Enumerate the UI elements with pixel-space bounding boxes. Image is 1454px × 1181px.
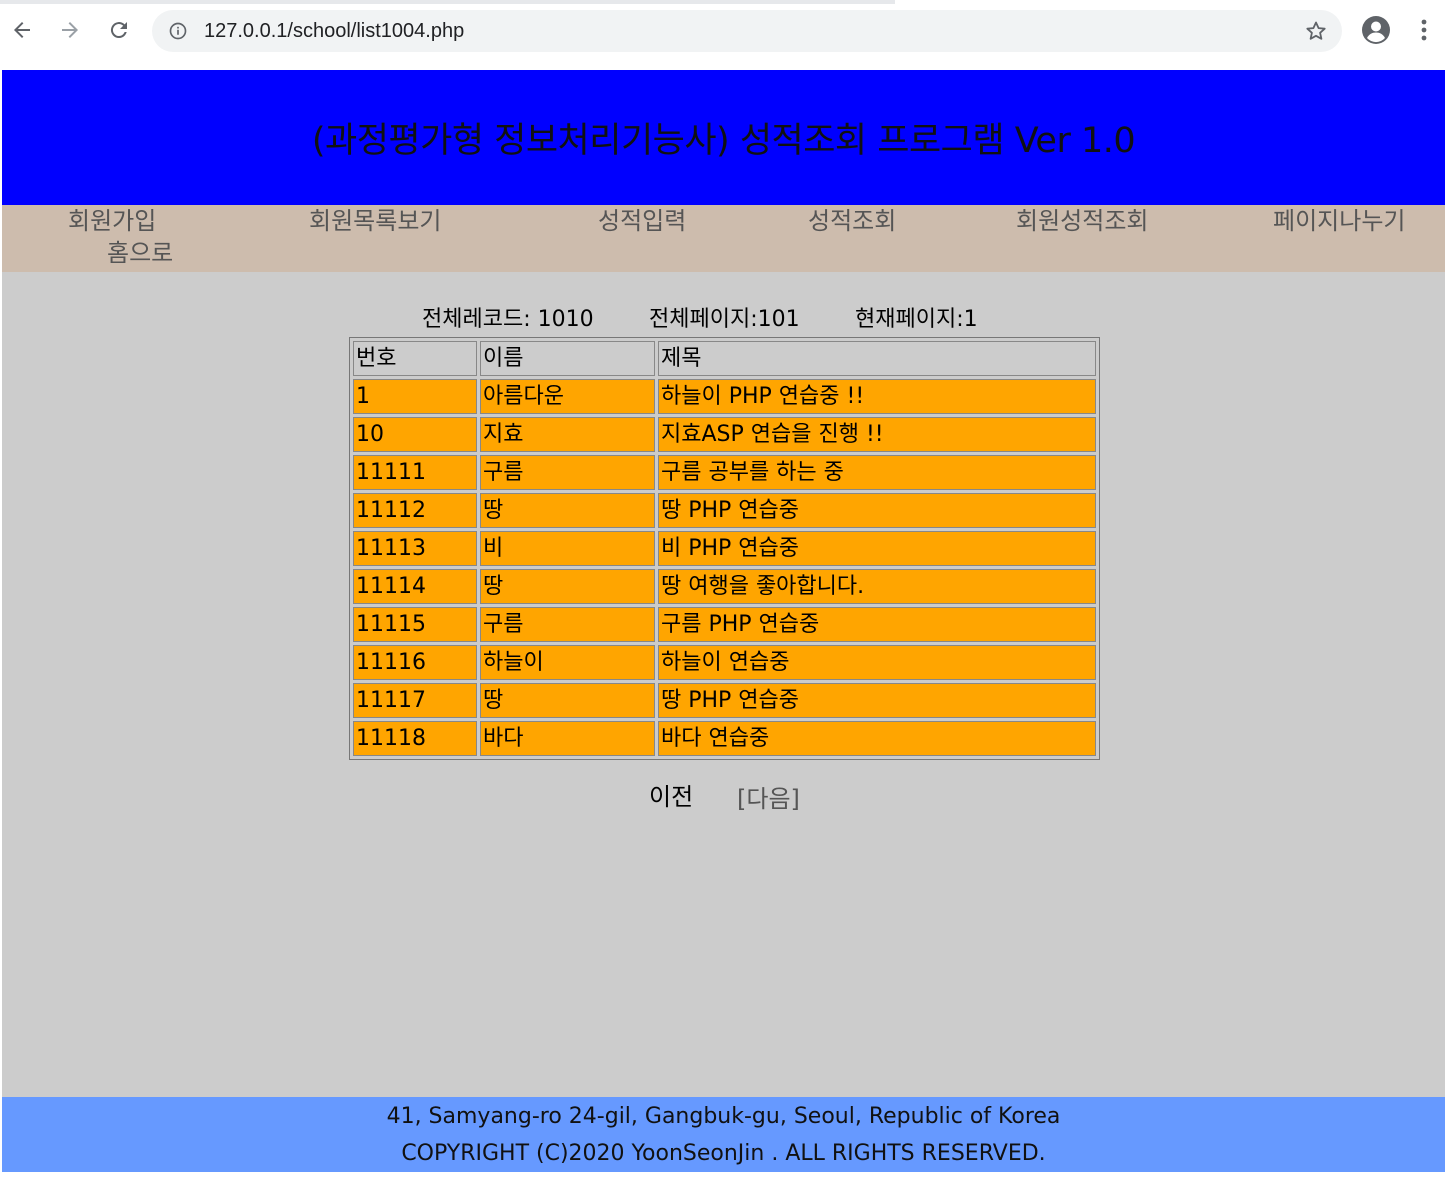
cell-number: 11113: [353, 531, 477, 566]
back-button[interactable]: [6, 14, 38, 46]
cell-name: 땅: [480, 683, 655, 718]
url-text[interactable]: 127.0.0.1/school/list1004.php: [204, 19, 464, 43]
forward-arrow-icon: [62, 22, 78, 38]
pager-prev: 이전: [649, 783, 694, 811]
cell-number: 11116: [353, 645, 477, 680]
page-body: (과정평가형 정보처리기능사) 성적조회 프로그램 Ver 1.0 회원가입 회…: [2, 70, 1445, 1172]
footer-copyright: COPYRIGHT (C)2020 YoonSeonJin . ALL RIGH…: [401, 1141, 1046, 1166]
cell-title: 비 PHP 연습중: [658, 531, 1096, 566]
cell-name: 비: [480, 531, 655, 566]
cell-title: 구름 공부를 하는 중: [658, 455, 1096, 490]
cell-number: 11114: [353, 569, 477, 604]
board-table-body: 번호 이름 제목 1 아름다운 하늘이 PHP 연습중 !! 10 지효 지효A…: [353, 341, 1096, 756]
table-row[interactable]: 11115 구름 구름 PHP 연습중: [353, 607, 1096, 642]
reload-button[interactable]: [103, 14, 135, 46]
board-table: 번호 이름 제목 1 아름다운 하늘이 PHP 연습중 !! 10 지효 지효A…: [349, 337, 1100, 760]
browser-toolbar: 127.0.0.1/school/list1004.php: [0, 0, 1454, 62]
page-title: (과정평가형 정보처리기능사) 성적조회 프로그램 Ver 1.0: [311, 121, 1136, 161]
cell-number: 11117: [353, 683, 477, 718]
cell-name: 바다: [480, 721, 655, 756]
table-row[interactable]: 11111 구름 구름 공부를 하는 중: [353, 455, 1096, 490]
cell-title: 구름 PHP 연습중: [658, 607, 1096, 642]
table-row[interactable]: 11113 비 비 PHP 연습중: [353, 531, 1096, 566]
table-row[interactable]: 11114 땅 땅 여행을 좋아합니다.: [353, 569, 1096, 604]
cell-number: 11111: [353, 455, 477, 490]
info-icon[interactable]: [168, 21, 188, 41]
header-name: 이름: [480, 341, 655, 376]
cell-title: 땅 PHP 연습중: [658, 683, 1096, 718]
cell-title: 하늘이 연습중: [658, 645, 1096, 680]
page-header: (과정평가형 정보처리기능사) 성적조회 프로그램 Ver 1.0: [2, 70, 1445, 205]
cell-number: 10: [353, 417, 477, 452]
forward-button[interactable]: [54, 14, 86, 46]
account-icon[interactable]: [1360, 14, 1392, 46]
total-pages: 전체페이지:101: [649, 307, 800, 332]
cell-title: 바다 연습중: [658, 721, 1096, 756]
nav-item-signup[interactable]: 회원가입: [68, 205, 156, 237]
table-row[interactable]: 11116 하늘이 하늘이 연습중: [353, 645, 1096, 680]
more-vert-icon[interactable]: [1410, 14, 1438, 46]
address-bar[interactable]: 127.0.0.1/school/list1004.php: [152, 10, 1342, 52]
nav-item-pagination[interactable]: 페이지나누기: [1273, 205, 1405, 237]
back-arrow-icon: [14, 22, 30, 38]
cell-number: 1: [353, 379, 477, 414]
cell-name: 지효: [480, 417, 655, 452]
reload-icon: [110, 22, 127, 39]
cell-name: 하늘이: [480, 645, 655, 680]
nav-item-grade-input[interactable]: 성적입력: [598, 205, 686, 237]
cell-title: 하늘이 PHP 연습중 !!: [658, 379, 1096, 414]
header-number: 번호: [353, 341, 477, 376]
active-tab[interactable]: [895, 0, 1454, 4]
header-title: 제목: [658, 341, 1096, 376]
cell-name: 구름: [480, 607, 655, 642]
nav-item-home[interactable]: 홈으로: [107, 237, 173, 269]
cell-name: 아름다운: [480, 379, 655, 414]
cell-number: 11118: [353, 721, 477, 756]
cell-name: 땅: [480, 493, 655, 528]
cell-number: 11115: [353, 607, 477, 642]
star-icon[interactable]: [1304, 19, 1328, 43]
cell-name: 구름: [480, 455, 655, 490]
nav-item-grade-lookup[interactable]: 성적조회: [808, 205, 896, 237]
nav-item-member-grade-lookup[interactable]: 회원성적조회: [1016, 205, 1148, 237]
table-row[interactable]: 11112 땅 땅 PHP 연습중: [353, 493, 1096, 528]
cell-name: 땅: [480, 569, 655, 604]
pager-next-link[interactable]: [다음]: [737, 783, 800, 815]
total-records: 전체레코드: 1010: [422, 307, 594, 332]
nav-item-member-list[interactable]: 회원목록보기: [309, 205, 441, 237]
footer-address: 41, Samyang-ro 24-gil, Gangbuk-gu, Seoul…: [386, 1104, 1061, 1129]
table-row[interactable]: 10 지효 지효ASP 연습을 진행 !!: [353, 417, 1096, 452]
cell-title: 땅 PHP 연습중: [658, 493, 1096, 528]
current-page: 현재페이지:1: [855, 307, 978, 332]
nav-menu: 회원가입 회원목록보기 성적입력 성적조회 회원성적조회 페이지나누기 홈으로: [2, 205, 1445, 272]
cell-title: 땅 여행을 좋아합니다.: [658, 569, 1096, 604]
cell-title: 지효ASP 연습을 진행 !!: [658, 417, 1096, 452]
table-row[interactable]: 11117 땅 땅 PHP 연습중: [353, 683, 1096, 718]
cell-number: 11112: [353, 493, 477, 528]
page-footer: 41, Samyang-ro 24-gil, Gangbuk-gu, Seoul…: [2, 1097, 1445, 1172]
table-row[interactable]: 1 아름다운 하늘이 PHP 연습중 !!: [353, 379, 1096, 414]
tab-strip: [0, 0, 1454, 4]
table-row[interactable]: 11118 바다 바다 연습중: [353, 721, 1096, 756]
table-header-row: 번호 이름 제목: [353, 341, 1096, 376]
